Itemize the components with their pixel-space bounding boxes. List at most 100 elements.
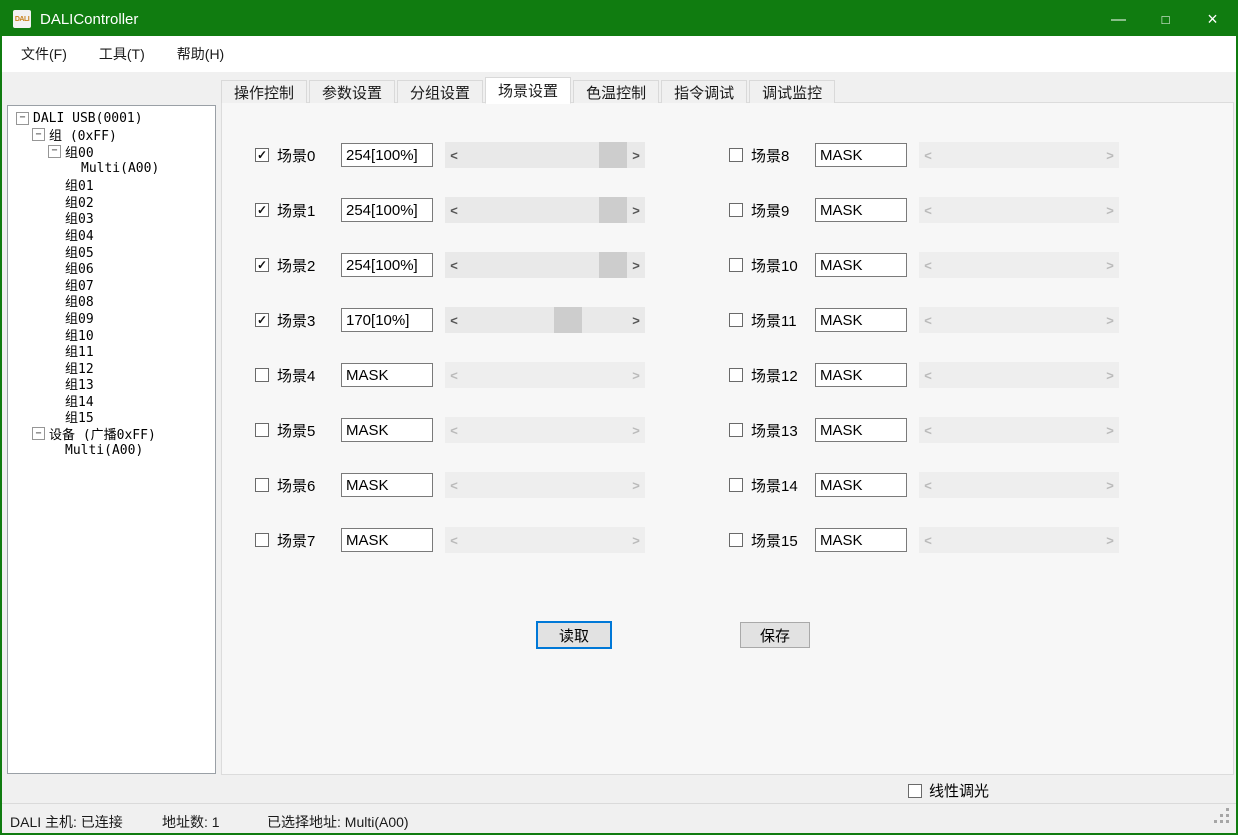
scroll-right-arrow-icon[interactable]: >: [627, 307, 645, 333]
tree-expander-icon[interactable]: −: [32, 128, 45, 141]
scene-checkbox[interactable]: ✓: [255, 148, 269, 162]
resize-grip[interactable]: [1226, 820, 1229, 823]
tab-scene-settings[interactable]: 场景设置: [485, 77, 571, 104]
scene-value-input[interactable]: [341, 308, 433, 332]
scene-checkbox[interactable]: ✓: [255, 258, 269, 272]
tree-item[interactable]: 组12: [8, 359, 215, 376]
tab-color-temperature-control[interactable]: 色温控制: [573, 80, 659, 103]
scroll-left-arrow-icon[interactable]: <: [445, 252, 463, 278]
scene-value-input[interactable]: [815, 363, 907, 387]
scene-checkbox[interactable]: [729, 368, 743, 382]
tab-command-debug[interactable]: 指令调试: [661, 80, 747, 103]
scene-value-input[interactable]: [815, 308, 907, 332]
tree-item[interactable]: Multi(A00): [8, 160, 215, 177]
tree-item[interactable]: Multi(A00): [8, 442, 215, 459]
scene-value-input[interactable]: [341, 418, 433, 442]
tree-item[interactable]: 组01: [8, 176, 215, 193]
scene-row: 场景9<>: [729, 197, 1119, 223]
scene-label: 场景15: [751, 530, 807, 551]
scene-checkbox[interactable]: ✓: [255, 203, 269, 217]
scene-slider[interactable]: <>: [445, 307, 645, 333]
app-window: DALI DALIController — □ × 文件(F)工具(T)帮助(H…: [0, 0, 1238, 835]
tree-item[interactable]: 组13: [8, 376, 215, 393]
tree-expander-icon[interactable]: −: [16, 112, 29, 125]
tree-item[interactable]: 组04: [8, 226, 215, 243]
scene-slider[interactable]: <>: [445, 142, 645, 168]
tree-item[interactable]: −设备 (广播0xFF): [8, 425, 215, 442]
scroll-left-arrow-icon[interactable]: <: [445, 142, 463, 168]
tree-item-label: Multi(A00): [65, 443, 143, 458]
tab-operation-control[interactable]: 操作控制: [221, 80, 307, 103]
menu-item-file[interactable]: 文件(F): [10, 40, 78, 68]
tree-item[interactable]: 组07: [8, 276, 215, 293]
scene-label: 场景9: [751, 200, 807, 221]
linear-dimming-checkbox[interactable]: [908, 784, 922, 798]
menu-item-tools[interactable]: 工具(T): [88, 40, 156, 68]
scene-checkbox[interactable]: [255, 533, 269, 547]
device-tree[interactable]: −DALI USB(0001)−组 (0xFF)−组00Multi(A00)组0…: [7, 105, 216, 774]
tree-item[interactable]: −组00: [8, 143, 215, 160]
scene-checkbox[interactable]: [729, 258, 743, 272]
scroll-left-arrow-icon[interactable]: <: [445, 307, 463, 333]
tree-item[interactable]: 组14: [8, 392, 215, 409]
scroll-left-arrow-icon: <: [445, 362, 463, 388]
tree-item[interactable]: 组11: [8, 342, 215, 359]
scene-checkbox[interactable]: [255, 368, 269, 382]
tree-item[interactable]: 组09: [8, 309, 215, 326]
tree-item[interactable]: 组08: [8, 293, 215, 310]
scene-checkbox[interactable]: [729, 478, 743, 492]
tab-parameter-settings[interactable]: 参数设置: [309, 80, 395, 103]
slider-thumb[interactable]: [599, 252, 627, 278]
slider-thumb[interactable]: [599, 197, 627, 223]
scene-value-input[interactable]: [815, 253, 907, 277]
scene-checkbox[interactable]: [729, 148, 743, 162]
tree-item[interactable]: 组05: [8, 243, 215, 260]
read-button[interactable]: 读取: [536, 621, 612, 649]
scene-checkbox[interactable]: [729, 313, 743, 327]
menu-item-help[interactable]: 帮助(H): [166, 40, 235, 68]
tree-item[interactable]: −DALI USB(0001): [8, 110, 215, 127]
tree-item[interactable]: −组 (0xFF): [8, 127, 215, 144]
tree-item[interactable]: 组06: [8, 259, 215, 276]
scene-checkbox[interactable]: [729, 203, 743, 217]
minimize-button[interactable]: —: [1095, 2, 1142, 36]
tab-debug-monitor[interactable]: 调试监控: [749, 80, 835, 103]
scroll-left-arrow-icon: <: [919, 307, 937, 333]
tree-item[interactable]: 组02: [8, 193, 215, 210]
scene-value-input[interactable]: [815, 418, 907, 442]
scene-value-input[interactable]: [815, 143, 907, 167]
scene-checkbox[interactable]: [255, 478, 269, 492]
scene-value-input[interactable]: [341, 253, 433, 277]
tree-expander-icon[interactable]: −: [48, 145, 61, 158]
tab-grouping-settings[interactable]: 分组设置: [397, 80, 483, 103]
scroll-right-arrow-icon[interactable]: >: [627, 252, 645, 278]
scene-value-input[interactable]: [341, 363, 433, 387]
scene-row: 场景15<>: [729, 527, 1119, 553]
maximize-button[interactable]: □: [1142, 2, 1189, 36]
tree-item[interactable]: 组03: [8, 210, 215, 227]
scene-value-input[interactable]: [341, 528, 433, 552]
slider-thumb[interactable]: [554, 307, 582, 333]
scene-value-input[interactable]: [815, 528, 907, 552]
tree-expander-icon[interactable]: −: [32, 427, 45, 440]
scroll-right-arrow-icon[interactable]: >: [627, 197, 645, 223]
scene-checkbox[interactable]: [729, 533, 743, 547]
tree-item[interactable]: 组10: [8, 326, 215, 343]
close-button[interactable]: ×: [1189, 2, 1236, 36]
scene-checkbox[interactable]: [729, 423, 743, 437]
scene-slider[interactable]: <>: [445, 197, 645, 223]
scene-checkbox[interactable]: ✓: [255, 313, 269, 327]
scene-value-input[interactable]: [341, 473, 433, 497]
scene-checkbox[interactable]: [255, 423, 269, 437]
scene-settings-page: ✓场景0<>✓场景1<>✓场景2<>✓场景3<>场景4<>场景5<>场景6<>场…: [221, 102, 1234, 775]
scene-value-input[interactable]: [341, 143, 433, 167]
scene-value-input[interactable]: [341, 198, 433, 222]
scene-slider[interactable]: <>: [445, 252, 645, 278]
scroll-left-arrow-icon[interactable]: <: [445, 197, 463, 223]
scene-value-input[interactable]: [815, 198, 907, 222]
tree-item[interactable]: 组15: [8, 409, 215, 426]
save-button[interactable]: 保存: [740, 622, 810, 648]
scroll-right-arrow-icon[interactable]: >: [627, 142, 645, 168]
slider-thumb[interactable]: [599, 142, 627, 168]
scene-value-input[interactable]: [815, 473, 907, 497]
